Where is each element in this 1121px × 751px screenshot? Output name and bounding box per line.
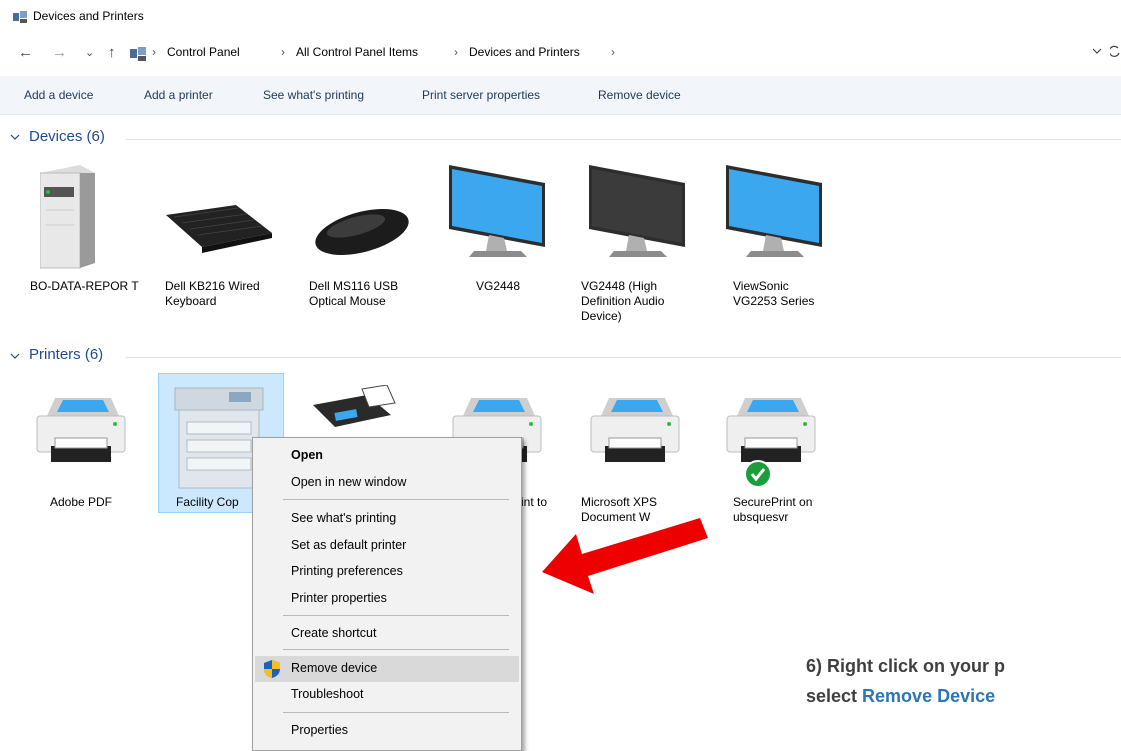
instruction-highlight: Remove Device: [862, 686, 996, 706]
control-panel-icon: [130, 47, 146, 61]
fax-icon[interactable]: [307, 385, 397, 437]
remove-device-toolbar-button[interactable]: Remove device: [598, 88, 681, 102]
window-title: Devices and Printers: [33, 9, 144, 23]
back-button[interactable]: ←: [18, 44, 33, 61]
device-label: VG2448 (High Definition Audio Device): [581, 279, 665, 323]
print-server-properties-button[interactable]: Print server properties: [422, 88, 540, 102]
printer-label: Adobe PDF: [49, 495, 113, 509]
chevron-down-icon[interactable]: [1092, 47, 1102, 55]
see-printing-button[interactable]: See what's printing: [263, 88, 364, 102]
collapse-printers-icon[interactable]: [10, 352, 20, 360]
instruction-line-2: select Remove Device: [806, 686, 995, 707]
breadcrumb-devices-printers[interactable]: Devices and Printers: [469, 45, 580, 59]
devices-printers-icon: [13, 11, 27, 23]
device-label: VG2448: [476, 279, 521, 293]
recent-locations-button[interactable]: ⌄: [85, 46, 94, 59]
breadcrumb-all-items[interactable]: All Control Panel Items: [296, 45, 418, 59]
monitor-dark-icon[interactable]: [589, 165, 685, 260]
command-bar: Add a device Add a printer See what's pr…: [0, 76, 1121, 115]
add-printer-button[interactable]: Add a printer: [144, 88, 213, 102]
menu-item-see-printing[interactable]: See what's printing: [291, 511, 396, 525]
uac-shield-icon: [264, 660, 280, 678]
mouse-icon[interactable]: [312, 208, 412, 256]
red-arrow-annotation: [542, 518, 708, 594]
printer-icon[interactable]: [723, 398, 819, 464]
printer-label: SecurePrint on ubsquesvr: [733, 495, 813, 524]
device-label: Dell KB216 Wired Keyboard: [165, 279, 260, 308]
monitor-icon[interactable]: [726, 165, 822, 260]
breadcrumb-separator: ›: [152, 45, 156, 59]
forward-button[interactable]: →: [52, 44, 67, 61]
refresh-icon[interactable]: [1110, 44, 1120, 58]
title-bar: Devices and Printers: [0, 0, 1121, 34]
printer-label: Facility Cop: [176, 495, 239, 509]
menu-item-set-default[interactable]: Set as default printer: [291, 538, 406, 552]
menu-separator: [283, 499, 509, 500]
up-button[interactable]: ↑: [108, 44, 116, 61]
printer-icon[interactable]: [587, 398, 683, 464]
menu-item-printing-preferences[interactable]: Printing preferences: [291, 564, 403, 578]
breadcrumb-control-panel[interactable]: Control Panel: [167, 45, 240, 59]
collapse-devices-icon[interactable]: [10, 133, 20, 141]
menu-item-properties[interactable]: Properties: [291, 723, 348, 737]
menu-item-open-new-window[interactable]: Open in new window: [291, 475, 406, 489]
menu-item-create-shortcut[interactable]: Create shortcut: [291, 626, 376, 640]
breadcrumb-separator: ›: [454, 45, 458, 59]
device-label: Dell MS116 USB Optical Mouse: [309, 279, 399, 308]
menu-item-printer-properties[interactable]: Printer properties: [291, 591, 387, 605]
instruction-line-1: 6) Right click on your p: [806, 656, 1006, 676]
menu-separator: [283, 712, 509, 713]
menu-separator: [283, 615, 509, 616]
add-device-button[interactable]: Add a device: [24, 88, 93, 102]
printers-group-header[interactable]: Printers (6): [29, 346, 103, 363]
context-menu: Open Open in new window See what's print…: [252, 437, 522, 751]
printers-divider: [126, 357, 1121, 358]
keyboard-icon[interactable]: [166, 205, 272, 255]
monitor-icon[interactable]: [449, 165, 545, 260]
device-label: BO-DATA-REPOR T: [30, 279, 139, 293]
device-label: ViewSonic VG2253 Series: [733, 279, 815, 308]
breadcrumb-separator: ›: [281, 45, 285, 59]
instruction-prefix: select: [806, 686, 863, 706]
printer-label: int to: [521, 495, 548, 509]
breadcrumb-separator: ›: [611, 45, 615, 59]
devices-divider: [126, 139, 1121, 140]
computer-tower-icon[interactable]: [40, 165, 95, 270]
menu-item-remove-device[interactable]: Remove device: [291, 661, 377, 675]
default-printer-check-icon: [744, 460, 772, 488]
printer-icon[interactable]: [33, 398, 129, 464]
menu-item-open[interactable]: Open: [291, 448, 323, 462]
menu-item-troubleshoot[interactable]: Troubleshoot: [291, 687, 364, 701]
devices-group-header[interactable]: Devices (6): [29, 128, 105, 145]
menu-separator: [283, 649, 509, 650]
